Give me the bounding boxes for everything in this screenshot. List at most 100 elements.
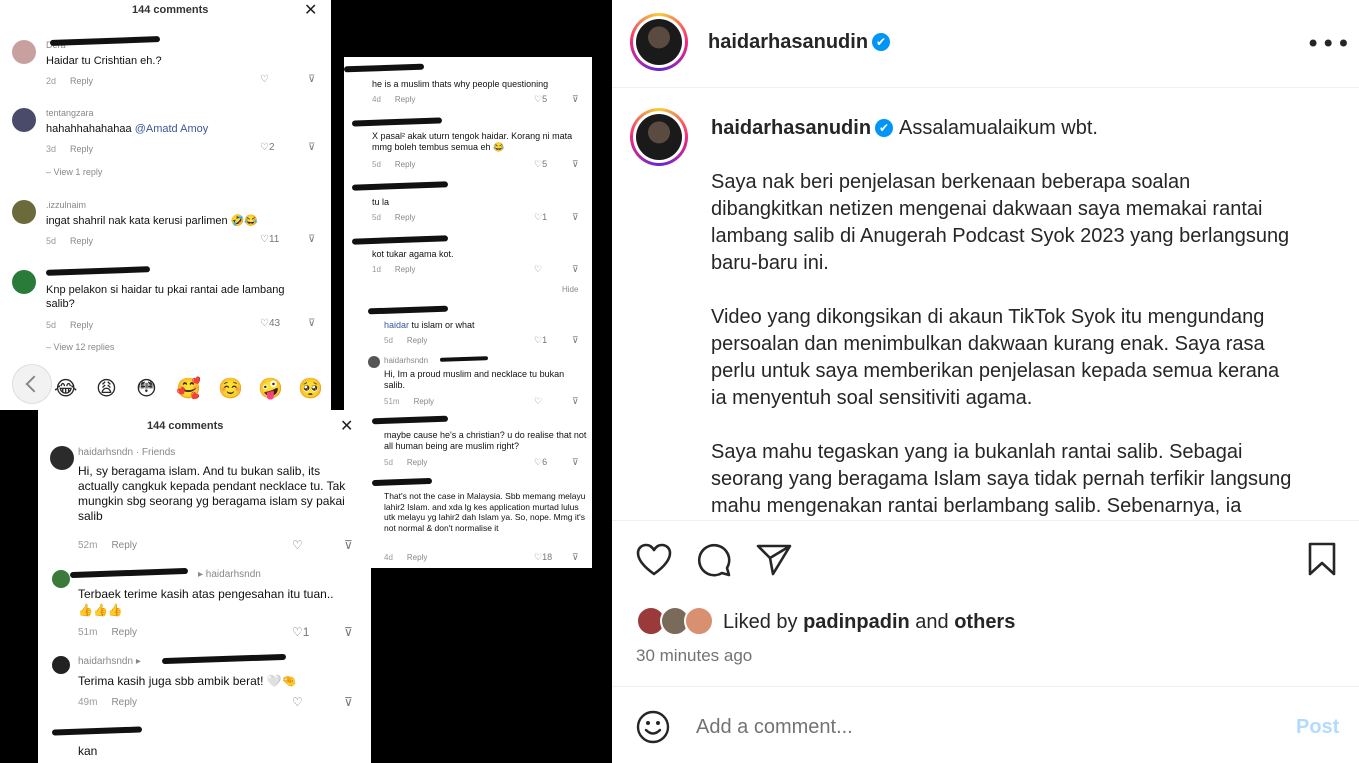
dislike-icon: ⊽ (308, 234, 316, 245)
emoji: 😩 (96, 376, 117, 400)
redaction-scribble (45, 266, 151, 276)
comment-username: ▸ haidarhsndn (198, 569, 261, 580)
dislike-icon: ⊽ (308, 74, 316, 85)
comments-count-header: 144 comments (132, 4, 209, 16)
comment-meta: 5d Reply (46, 320, 94, 330)
redaction-scribble (439, 356, 489, 362)
emoji: 😳 (136, 376, 157, 400)
comment-meta: 5d Reply (46, 236, 94, 246)
comment-meta: 49m Reply (78, 697, 138, 708)
avatar (52, 570, 70, 588)
emoji: 😂 (54, 376, 78, 400)
instagram-post-panel: haidarhasanudin ✔ ••• haidarhasanudin ✔ … (612, 0, 1359, 763)
dislike-icon: ⊽ (572, 457, 579, 467)
avatar (12, 40, 36, 64)
redaction-scribble (371, 477, 433, 487)
dislike-icon: ⊽ (572, 552, 579, 562)
avatar[interactable] (630, 108, 688, 166)
liked-by-others-link[interactable]: others (954, 611, 1015, 633)
dislike-icon: ⊽ (308, 142, 316, 153)
comment-text: Knp pelakon si haidar tu pkai rantai ade… (46, 284, 285, 310)
close-icon: ✕ (340, 418, 354, 435)
comment-meta: 5d Reply (372, 160, 416, 169)
comment-text: he is a muslim thats why people question… (372, 79, 549, 89)
caption-username[interactable]: haidarhasanudin (711, 117, 871, 140)
verified-badge-icon: ✔ (875, 119, 893, 137)
heart-icon: ♡1 (292, 625, 310, 639)
heart-icon: ♡11 (260, 234, 280, 245)
dislike-icon: ⊽ (308, 318, 316, 329)
emoji-smiley-icon[interactable] (636, 710, 670, 749)
comment-username: tentangzara (46, 108, 94, 118)
redaction-scribble (49, 36, 161, 46)
dislike-icon: ⊽ (572, 264, 579, 274)
redaction-scribble (351, 181, 449, 191)
comment-text: Terbaek terime kasih atas pengesahan itu… (78, 587, 334, 617)
hide-link: Hide (562, 285, 579, 294)
redaction-scribble (161, 653, 287, 665)
dislike-icon: ⊽ (344, 538, 353, 552)
comment-text: hahahhahahahaa @Amatd Amoy (46, 123, 209, 135)
comment-text: X pasal² akak uturn tengok haidar. Koran… (372, 131, 573, 152)
share-send-icon[interactable] (754, 540, 794, 580)
liked-by-text: Liked by padinpadin and others (723, 611, 1016, 633)
redaction-scribble (351, 117, 443, 127)
post-actions (612, 522, 1359, 602)
dislike-icon: ⊽ (572, 212, 579, 222)
add-comment-bar: Add a comment... Post (612, 686, 1359, 763)
comment-text: kan (78, 744, 98, 758)
close-icon: ✕ (304, 2, 318, 19)
avatar (12, 200, 36, 224)
tiktok-comments-screenshot-1: 144 comments ✕ Dera Haidar tu Crishtian … (0, 0, 331, 368)
verified-badge-icon: ✔ (872, 33, 890, 51)
comment-meta: 5d Reply (372, 213, 416, 222)
avatar[interactable] (630, 13, 688, 71)
emoji: ☺️ (218, 376, 243, 400)
emoji: 🥺 (298, 376, 323, 400)
view-replies-link: – View 12 replies (46, 342, 115, 352)
redaction-scribble (69, 567, 189, 579)
heart-icon: ♡ (292, 538, 303, 552)
post-username[interactable]: haidarhasanudin (708, 31, 868, 54)
heart-icon: ♡5 (534, 94, 548, 104)
redaction-scribble (51, 726, 143, 736)
comment-username: haidarhsndn (384, 356, 429, 365)
heart-icon: ♡1 (534, 212, 548, 222)
comment-bubble-icon[interactable] (694, 540, 734, 580)
emoji: 🥰 (176, 376, 201, 400)
dislike-icon: ⊽ (344, 695, 353, 709)
avatar (12, 108, 36, 132)
comment-text: Hi, sy beragama islam. And tu bukan sali… (78, 464, 346, 523)
comment-meta: 1d Reply (372, 265, 416, 274)
liked-by-user-link[interactable]: padinpadin (803, 611, 910, 633)
comment-text: Terima kasih juga sbb ambik berat! 🤍🤏 (78, 674, 297, 688)
caption-area: haidarhasanudin ✔ Assalamualaikum wbt. S… (612, 89, 1359, 521)
comment-text: ingat shahril nak kata kerusi parlimen 🤣… (46, 215, 259, 227)
liker-avatar (684, 606, 714, 636)
avatar (12, 270, 36, 294)
comment-meta: 52m Reply (78, 540, 138, 551)
bookmark-save-icon[interactable] (1302, 540, 1342, 580)
post-header: haidarhasanudin ✔ ••• (612, 0, 1359, 88)
comment-text: haidar tu islam or what (384, 320, 475, 330)
comment-username: haidarhsndn ▸ (78, 656, 141, 667)
view-replies-link: – View 1 reply (46, 167, 103, 177)
heart-icon: ♡6 (534, 457, 548, 467)
comment-meta: 2d Reply (46, 76, 94, 86)
more-options-icon[interactable]: ••• (1306, 30, 1351, 58)
comment-text: maybe cause he's a christian? u do reali… (384, 430, 587, 451)
heart-icon: ♡ (292, 695, 303, 709)
like-heart-icon[interactable] (634, 540, 674, 580)
comment-text: Hi, Im a proud muslim and necklace tu bu… (384, 369, 565, 390)
post-comment-button[interactable]: Post (1296, 716, 1339, 739)
tiktok-comments-screenshot-2: he is a muslim thats why people question… (344, 57, 592, 568)
comment-input[interactable]: Add a comment... (696, 716, 853, 739)
redaction-scribble (367, 305, 449, 315)
avatar (52, 656, 70, 674)
post-timestamp[interactable]: 30 minutes ago (636, 646, 752, 666)
comment-username: .izzulnaim (46, 200, 87, 210)
caption-paragraph: Saya mahu tegaskan yang ia bukanlah rant… (711, 441, 1292, 517)
caption-body: Saya nak beri penjelasan berkenaan beber… (711, 169, 1331, 520)
comments-count-header: 144 comments (147, 420, 224, 432)
heart-icon: ♡ (534, 264, 543, 274)
